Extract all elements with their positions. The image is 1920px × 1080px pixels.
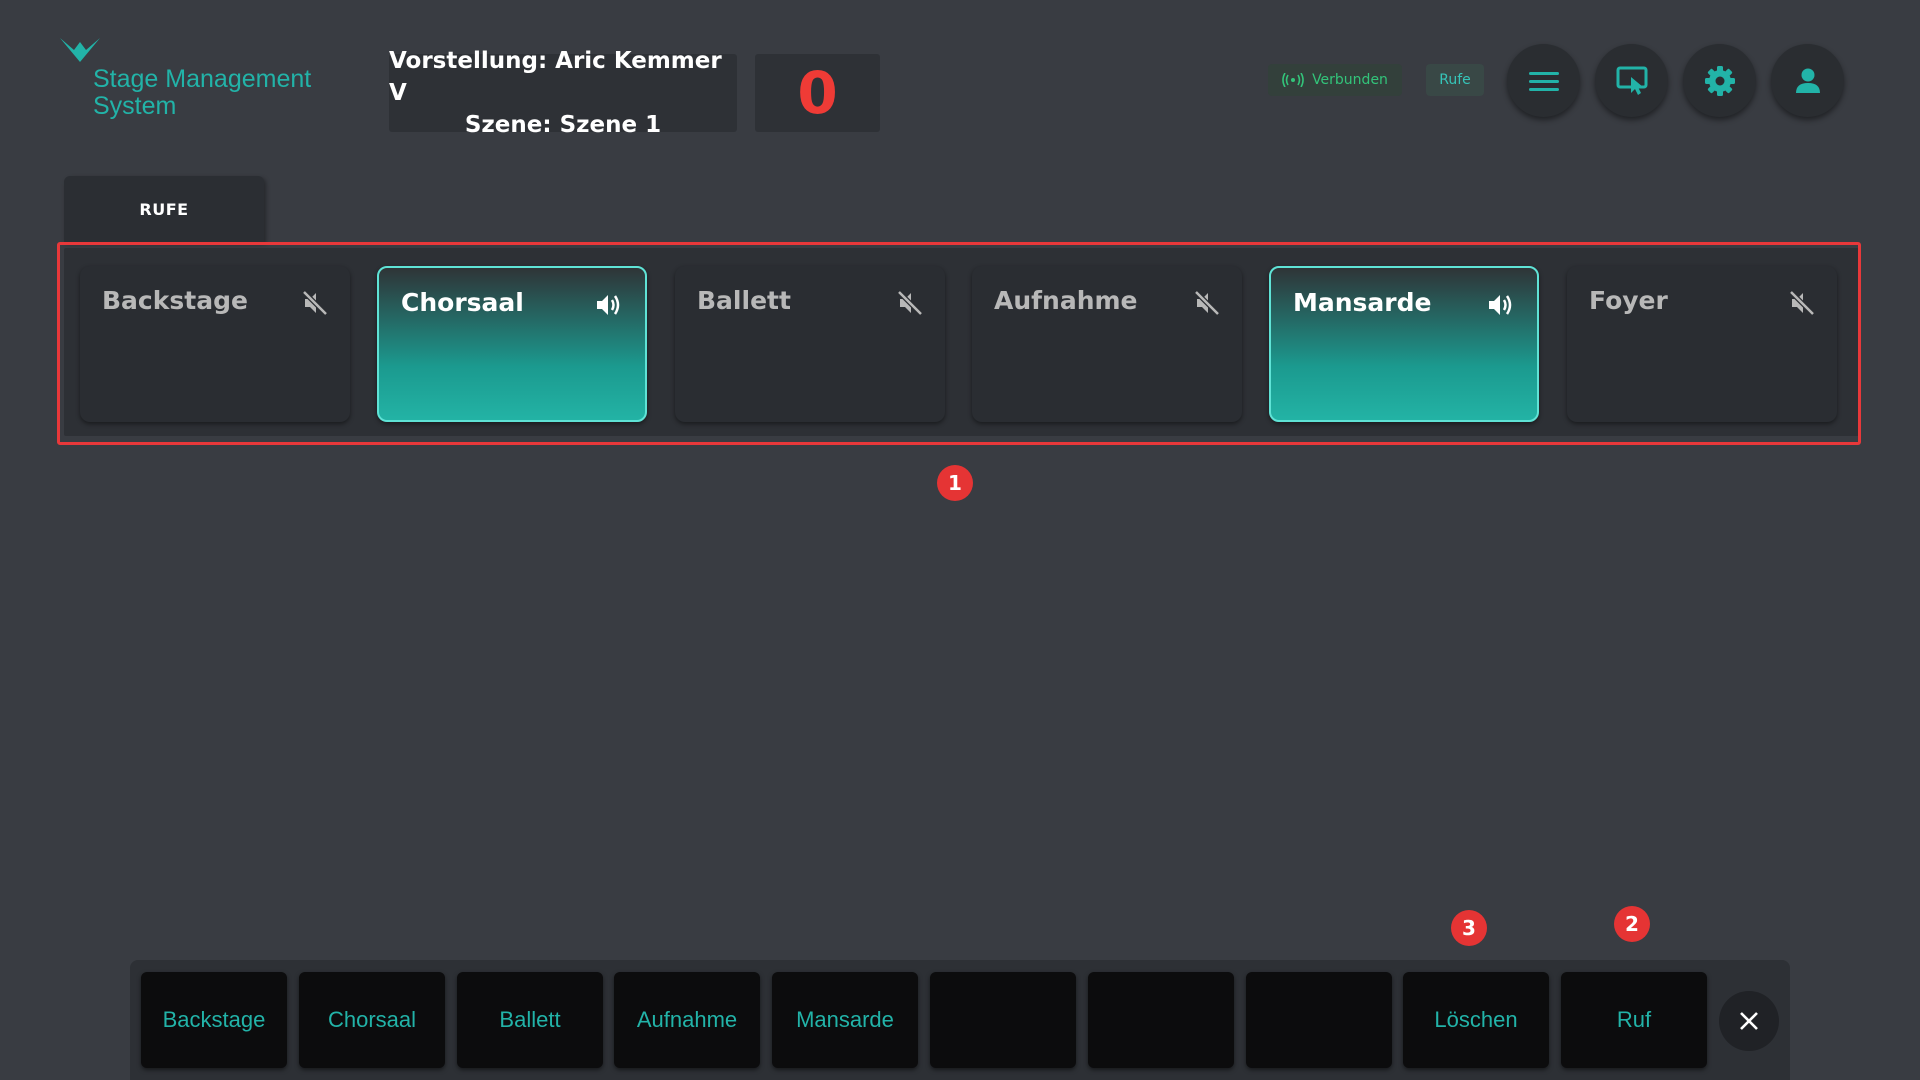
dock-button-ruf[interactable]: Ruf [1561,972,1707,1068]
dock-button-aufnahme[interactable]: Aufnahme [614,972,760,1068]
marker-3: 3 [1451,910,1487,946]
marker-2: 2 [1614,906,1650,942]
dock-button-loeschen[interactable]: Löschen [1403,972,1549,1068]
dock-button-mansarde[interactable]: Mansarde [772,972,918,1068]
rufe-badge[interactable]: Rufe [1426,64,1484,96]
dock-button-empty-3[interactable] [1246,972,1392,1068]
user-icon [1795,68,1820,93]
gear-icon [1704,65,1735,96]
broadcast-icon [1282,73,1304,87]
screen-touch-button[interactable] [1595,44,1668,117]
dock-button-chorsaal[interactable]: Chorsaal [299,972,445,1068]
dock-button-backstage[interactable]: Backstage [141,972,287,1068]
close-icon [1740,1012,1758,1030]
touch-screen-icon [1616,66,1647,95]
menu-icon [1528,71,1559,91]
app-logo: Stage Management System [58,38,338,122]
scene-title: Szene: Szene 1 [464,112,662,138]
close-button[interactable] [1719,991,1779,1051]
dock-button-empty-2[interactable] [1088,972,1234,1068]
cue-counter: 0 [755,54,880,132]
tab-rufe[interactable]: RUFE [64,176,264,242]
logo-text: Stage Management System [93,65,312,120]
show-info: Vorstellung: Aric Kemmer V Szene: Szene … [389,48,737,138]
user-button[interactable] [1771,44,1844,117]
settings-button[interactable] [1683,44,1756,117]
highlight-frame [57,242,1861,445]
dock-button-empty-1[interactable] [930,972,1076,1068]
logo-icon [60,38,100,62]
marker-1: 1 [937,465,973,501]
dock-button-ballett[interactable]: Ballett [457,972,603,1068]
show-title: Vorstellung: Aric Kemmer V [389,48,722,106]
menu-button[interactable] [1507,44,1580,117]
connection-status-badge: Verbunden [1268,64,1402,96]
status-text: Verbunden [1312,72,1388,88]
